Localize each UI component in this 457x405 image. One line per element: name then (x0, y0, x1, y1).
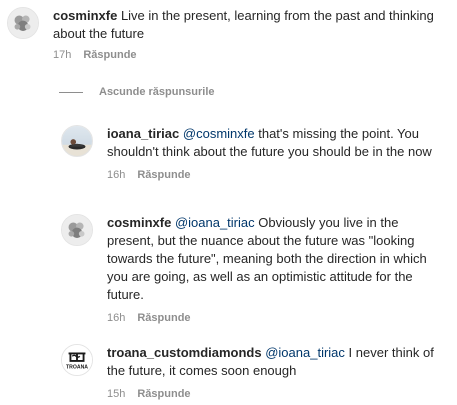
reply-username[interactable]: ioana_tiriac (107, 126, 179, 141)
comment-text: cosminxfe Live in the present, learning … (53, 7, 447, 43)
reply-meta: 16h Răspunde (107, 169, 447, 181)
comment-body: cosminxfe Live in the present, learning … (53, 7, 447, 61)
reply-button[interactable]: Răspunde (137, 388, 190, 400)
comment-time[interactable]: 17h (53, 49, 71, 61)
avatar[interactable]: TROANA (61, 344, 93, 376)
hide-replies-button[interactable]: Ascunde răspunsurile (59, 86, 215, 98)
reply-body: troana_customdiamonds @ioana_tiriac I ne… (107, 344, 447, 400)
reply-cosminxfe: cosminxfe @ioana_tiriac Obviously you li… (61, 214, 447, 324)
avatar[interactable] (61, 125, 93, 157)
reply-mention[interactable]: @ioana_tiriac (175, 215, 255, 230)
avatar[interactable] (7, 7, 39, 39)
reply-meta: 16h Răspunde (107, 312, 447, 324)
reply-button[interactable]: Răspunde (137, 169, 190, 181)
reply-mention[interactable]: @cosminxfe (183, 126, 255, 141)
beach-photo-avatar-icon (62, 126, 92, 156)
troana-logo-avatar-icon: TROANA (62, 345, 92, 375)
divider-line (59, 91, 83, 93)
reply-username[interactable]: troana_customdiamonds (107, 345, 262, 360)
svg-text:TROANA: TROANA (66, 364, 88, 370)
gray-cluster-avatar-icon (62, 215, 92, 245)
reply-text: troana_customdiamonds @ioana_tiriac I ne… (107, 344, 447, 380)
reply-time[interactable]: 16h (107, 169, 125, 181)
reply-text: ioana_tiriac @cosminxfe that's missing t… (107, 125, 447, 161)
reply-username[interactable]: cosminxfe (107, 215, 171, 230)
reply-ioana-tiriac: ioana_tiriac @cosminxfe that's missing t… (61, 125, 447, 181)
gray-cluster-avatar-icon (8, 8, 38, 38)
avatar[interactable] (61, 214, 93, 246)
reply-mention[interactable]: @ioana_tiriac (265, 345, 345, 360)
reply-text: cosminxfe @ioana_tiriac Obviously you li… (107, 214, 447, 304)
reply-button[interactable]: Răspunde (83, 49, 136, 61)
hide-replies-label: Ascunde răspunsurile (99, 86, 215, 98)
reply-time[interactable]: 15h (107, 388, 125, 400)
reply-time[interactable]: 16h (107, 312, 125, 324)
comment-username[interactable]: cosminxfe (53, 8, 117, 23)
comment-cosminxfe: cosminxfe Live in the present, learning … (7, 7, 447, 61)
reply-troana-customdiamonds: TROANA troana_customdiamonds @ioana_tiri… (61, 344, 447, 400)
reply-button[interactable]: Răspunde (137, 312, 190, 324)
reply-body: ioana_tiriac @cosminxfe that's missing t… (107, 125, 447, 181)
reply-body: cosminxfe @ioana_tiriac Obviously you li… (107, 214, 447, 324)
comment-meta: 17h Răspunde (53, 49, 447, 61)
reply-meta: 15h Răspunde (107, 388, 447, 400)
